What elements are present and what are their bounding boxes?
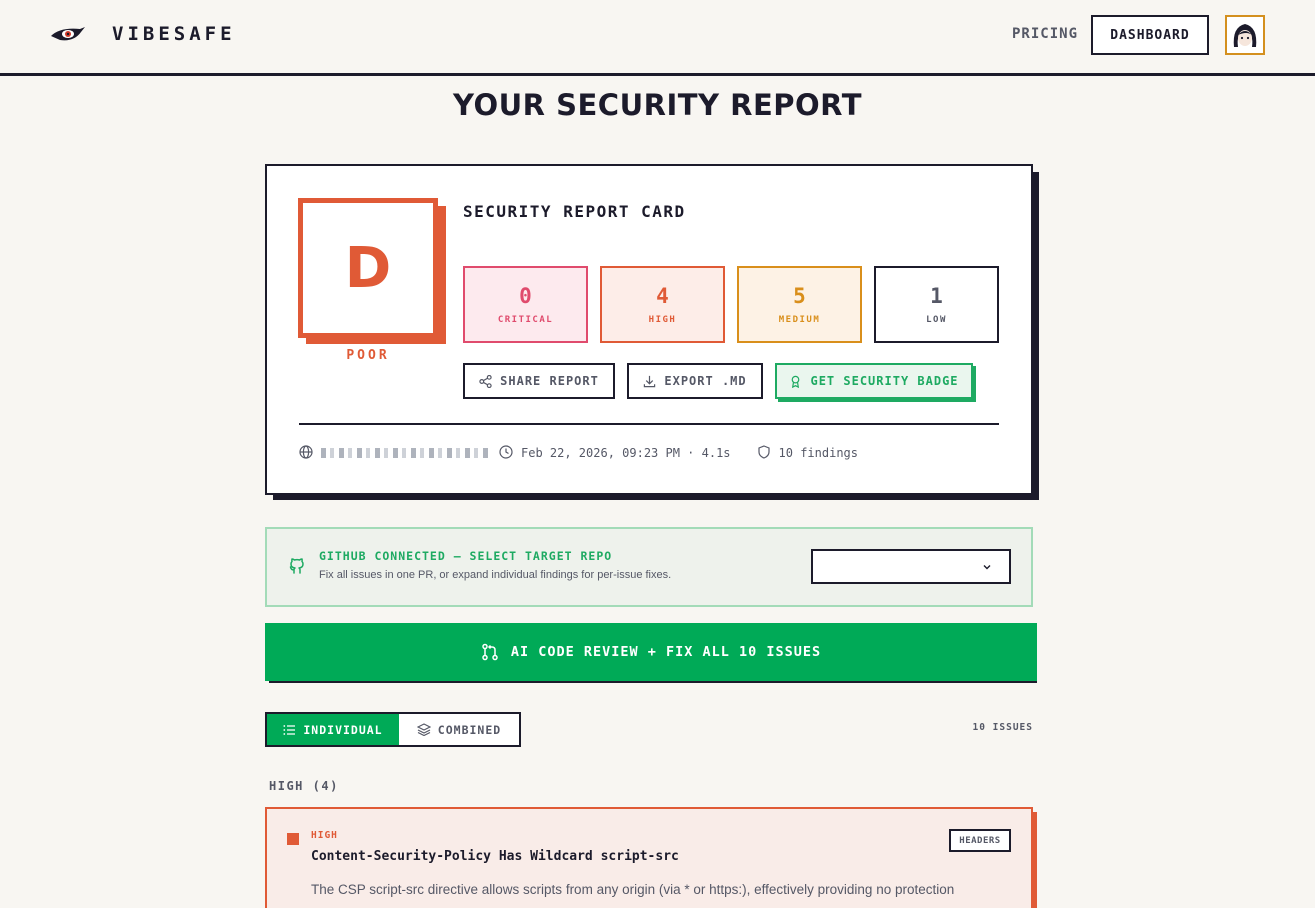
- group-heading-high: HIGH (4): [269, 779, 339, 793]
- brand-name[interactable]: VIBESAFE: [112, 23, 236, 45]
- ai-fix-all-button[interactable]: AI CODE REVIEW + FIX ALL 10 ISSUES: [265, 623, 1037, 681]
- findings-meta: 10 findings: [757, 445, 858, 461]
- ai-fix-all-label: AI CODE REVIEW + FIX ALL 10 ISSUES: [510, 644, 822, 660]
- critical-label: CRITICAL: [497, 315, 554, 325]
- finding-title: Content-Security-Policy Has Wildcard scr…: [311, 849, 679, 864]
- finding-severity: HIGH: [311, 830, 338, 841]
- finding-description: The CSP script-src directive allows scri…: [311, 882, 955, 897]
- export-md-label: EXPORT .MD: [664, 374, 747, 388]
- high-count-box: 4 HIGH: [600, 266, 725, 343]
- low-label: LOW: [926, 315, 947, 325]
- get-security-badge-button[interactable]: GET SECURITY BADGE: [775, 363, 973, 399]
- report-card-title: SECURITY REPORT CARD: [463, 202, 686, 221]
- share-icon: [479, 374, 492, 388]
- avatar-illustration-icon: [1227, 17, 1263, 53]
- scan-date-duration: Feb 22, 2026, 09:23 PM · 4.1s: [521, 446, 731, 460]
- github-title: GITHUB CONNECTED — SELECT TARGET REPO: [319, 549, 613, 563]
- low-count: 1: [930, 284, 943, 308]
- list-icon: [283, 724, 296, 735]
- export-md-button[interactable]: EXPORT .MD: [627, 363, 763, 399]
- medium-count: 5: [793, 284, 806, 308]
- individual-view-button[interactable]: INDIVIDUAL: [267, 714, 399, 745]
- findings-count: 10 findings: [778, 446, 858, 460]
- share-report-label: SHARE REPORT: [500, 374, 599, 388]
- user-avatar[interactable]: [1225, 15, 1265, 55]
- github-subtitle: Fix all issues in one PR, or expand indi…: [319, 569, 672, 581]
- redacted-url: [321, 448, 489, 458]
- get-security-badge-label: GET SECURITY BADGE: [810, 374, 959, 388]
- nav-pricing-link[interactable]: PRICING: [1012, 26, 1078, 42]
- severity-square-icon: [287, 833, 299, 845]
- chevron-down-icon: [983, 565, 991, 570]
- clock-icon: [499, 445, 515, 461]
- low-count-box: 1 LOW: [874, 266, 999, 343]
- medium-count-box: 5 MEDIUM: [737, 266, 862, 343]
- page-title: YOUR SECURITY REPORT: [453, 88, 862, 122]
- layers-icon: [416, 723, 431, 736]
- critical-count-box: 0 CRITICAL: [463, 266, 588, 343]
- combined-view-button[interactable]: COMBINED: [399, 714, 519, 745]
- combined-view-label: COMBINED: [437, 722, 502, 737]
- grade-letter: D: [344, 235, 392, 301]
- shield-icon: [757, 445, 773, 461]
- git-pull-request-icon: [482, 643, 498, 661]
- high-count: 4: [656, 284, 669, 308]
- eye-logo-icon[interactable]: [50, 26, 86, 44]
- scan-meta: Feb 22, 2026, 09:23 PM · 4.1s 10 finding…: [299, 445, 858, 461]
- issues-count: 10 ISSUES: [972, 722, 1033, 733]
- award-icon: [792, 375, 800, 388]
- card-divider: [299, 423, 999, 425]
- grade-label: POOR: [346, 348, 390, 363]
- individual-view-label: INDIVIDUAL: [303, 722, 383, 737]
- target-repo-select[interactable]: [811, 549, 1011, 584]
- finding-category-tag: HEADERS: [949, 829, 1011, 852]
- globe-icon: [299, 445, 315, 461]
- top-nav: VIBESAFE PRICING DASHBOARD: [0, 0, 1315, 76]
- github-icon: [289, 558, 304, 574]
- dashboard-button[interactable]: DASHBOARD: [1091, 15, 1209, 55]
- high-label: HIGH: [648, 315, 677, 325]
- medium-label: MEDIUM: [778, 315, 821, 325]
- view-toggle: INDIVIDUAL COMBINED: [265, 712, 521, 747]
- critical-count: 0: [519, 284, 532, 308]
- share-report-button[interactable]: SHARE REPORT: [463, 363, 615, 399]
- grade-box: D: [298, 198, 438, 338]
- download-icon: [644, 375, 656, 387]
